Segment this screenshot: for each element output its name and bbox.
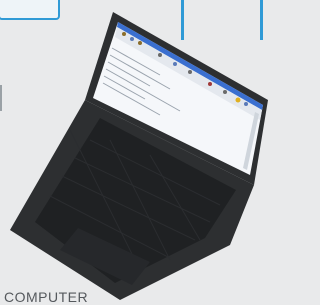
- laptop-illustration: [10, 12, 268, 300]
- caption-label: COMPUTER: [4, 289, 89, 305]
